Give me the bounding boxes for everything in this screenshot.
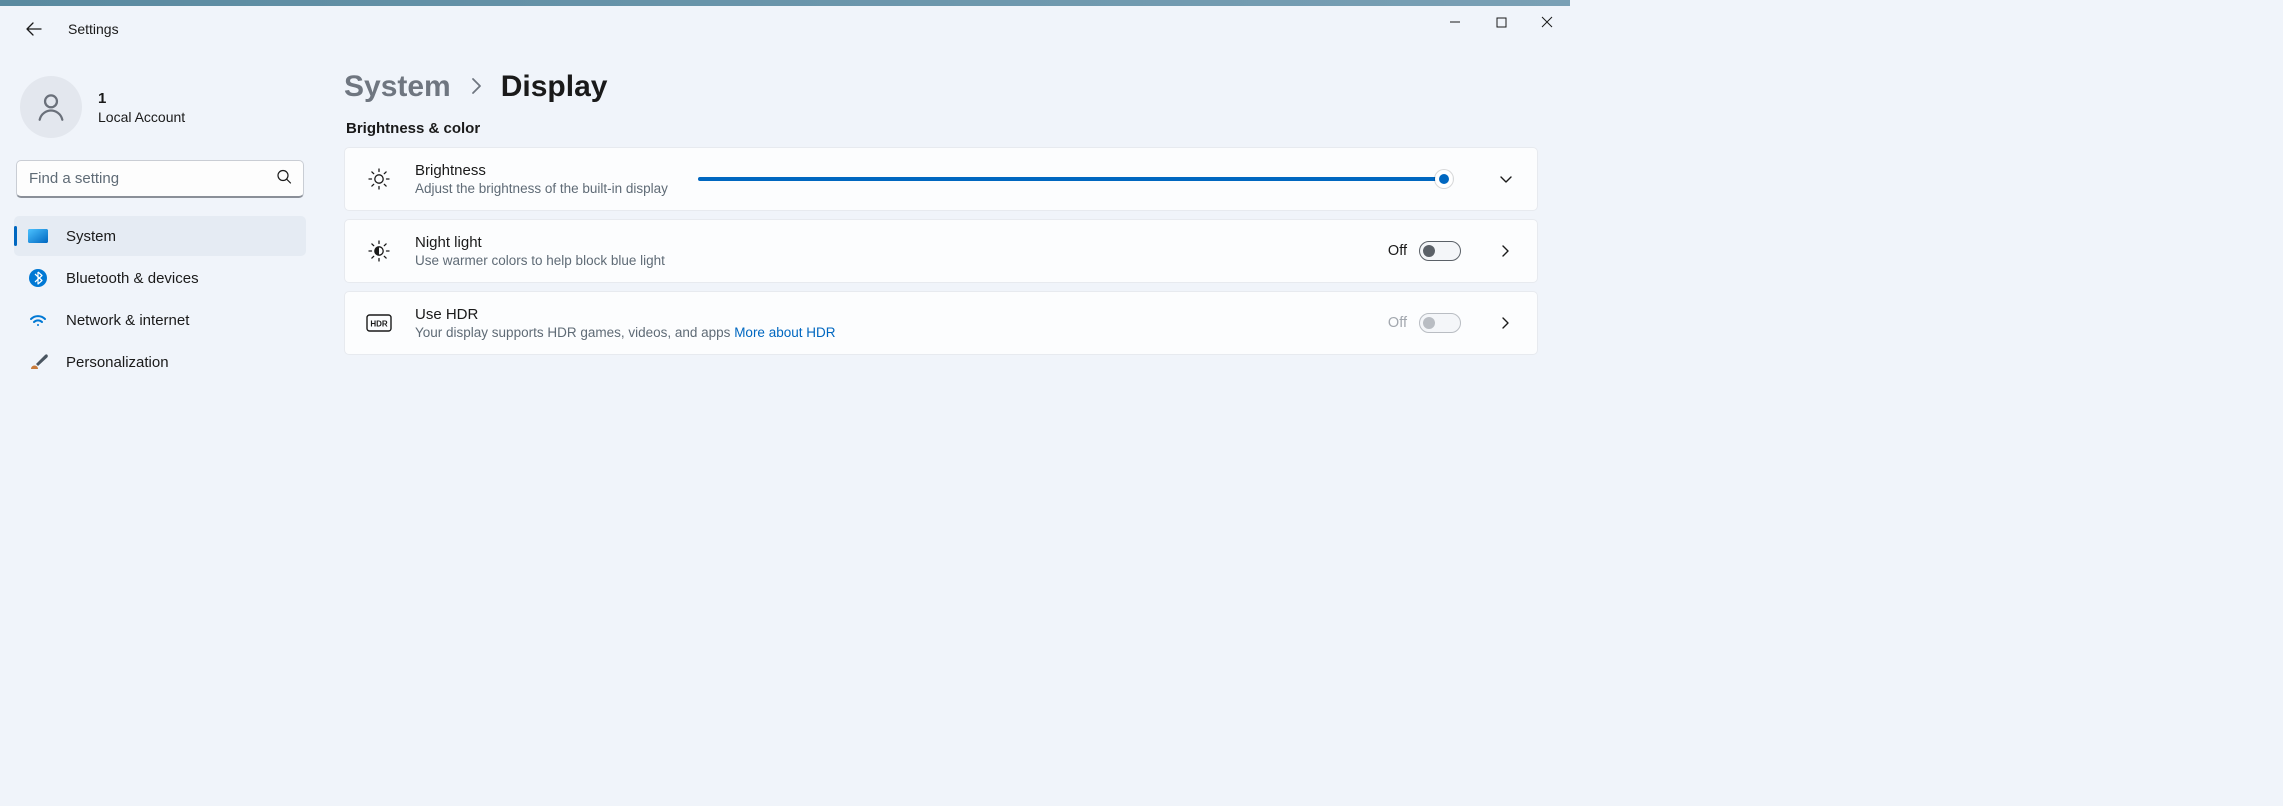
avatar xyxy=(20,76,82,138)
toggle-state-label: Off xyxy=(1388,315,1407,331)
card-brightness[interactable]: Brightness Adjust the brightness of the … xyxy=(344,147,1538,211)
chevron-right-icon xyxy=(1500,244,1512,258)
toggle-state-label: Off xyxy=(1388,243,1407,259)
breadcrumb-parent[interactable]: System xyxy=(344,70,451,104)
chevron-right-icon xyxy=(469,76,483,96)
paintbrush-icon xyxy=(28,352,48,372)
svg-text:HDR: HDR xyxy=(370,320,388,329)
hdr-toggle[interactable] xyxy=(1419,313,1461,333)
open-button[interactable] xyxy=(1495,244,1517,258)
profile-block[interactable]: 1 Local Account xyxy=(14,72,306,156)
card-title: Brightness xyxy=(415,162,668,179)
sidebar-item-system[interactable]: System xyxy=(14,216,306,256)
night-light-icon xyxy=(365,239,393,263)
sidebar-item-personalization[interactable]: Personalization xyxy=(14,342,306,382)
search-input[interactable] xyxy=(16,160,304,198)
sidebar-item-label: System xyxy=(66,228,116,245)
brightness-slider[interactable] xyxy=(698,169,1453,189)
brightness-icon xyxy=(365,167,393,191)
card-subtitle: Your display supports HDR games, videos,… xyxy=(415,325,835,340)
breadcrumb-current: Display xyxy=(501,70,608,104)
chevron-right-icon xyxy=(1500,316,1512,330)
slider-thumb[interactable] xyxy=(1435,170,1453,188)
main-panel: System Display Brightness & color Bright… xyxy=(320,52,1570,554)
close-button[interactable] xyxy=(1524,6,1570,38)
card-title: Use HDR xyxy=(415,306,835,323)
close-icon xyxy=(1541,16,1553,28)
sidebar-item-label: Network & internet xyxy=(66,312,189,329)
maximize-icon xyxy=(1496,17,1507,28)
hdr-icon: HDR xyxy=(365,314,393,332)
card-hdr[interactable]: HDR Use HDR Your display supports HDR ga… xyxy=(344,291,1538,355)
sidebar-item-bluetooth[interactable]: Bluetooth & devices xyxy=(14,258,306,298)
arrow-left-icon xyxy=(26,21,42,37)
maximize-button[interactable] xyxy=(1478,6,1524,38)
card-subtitle: Adjust the brightness of the built-in di… xyxy=(415,181,668,196)
open-button[interactable] xyxy=(1495,316,1517,330)
card-title: Night light xyxy=(415,234,665,251)
wifi-icon xyxy=(28,310,48,330)
app-title: Settings xyxy=(68,21,119,37)
hdr-subtitle-text: Your display supports HDR games, videos,… xyxy=(415,325,734,340)
card-night-light[interactable]: Night light Use warmer colors to help bl… xyxy=(344,219,1538,283)
minimize-button[interactable] xyxy=(1432,6,1478,38)
sidebar-item-label: Personalization xyxy=(66,354,169,371)
section-title: Brightness & color xyxy=(346,120,1538,137)
sidebar: 1 Local Account System Bluetooth & dev xyxy=(0,52,320,554)
more-about-hdr-link[interactable]: More about HDR xyxy=(734,325,835,340)
system-icon xyxy=(28,226,48,246)
expand-button[interactable] xyxy=(1495,172,1517,186)
minimize-icon xyxy=(1449,16,1461,28)
chevron-down-icon xyxy=(1499,172,1513,186)
sidebar-item-label: Bluetooth & devices xyxy=(66,270,199,287)
nav-list: System Bluetooth & devices Network & int… xyxy=(14,216,306,382)
night-light-toggle[interactable] xyxy=(1419,241,1461,261)
profile-name: 1 xyxy=(98,90,185,107)
bluetooth-icon xyxy=(28,268,48,288)
slider-track xyxy=(698,177,1453,181)
person-icon xyxy=(34,90,68,124)
profile-subtitle: Local Account xyxy=(98,109,185,125)
back-button[interactable] xyxy=(18,13,50,45)
titlebar: Settings xyxy=(0,6,1570,52)
search-container xyxy=(16,160,304,198)
breadcrumb: System Display xyxy=(344,70,1538,104)
card-subtitle: Use warmer colors to help block blue lig… xyxy=(415,253,665,268)
sidebar-item-network[interactable]: Network & internet xyxy=(14,300,306,340)
search-icon xyxy=(276,169,292,190)
